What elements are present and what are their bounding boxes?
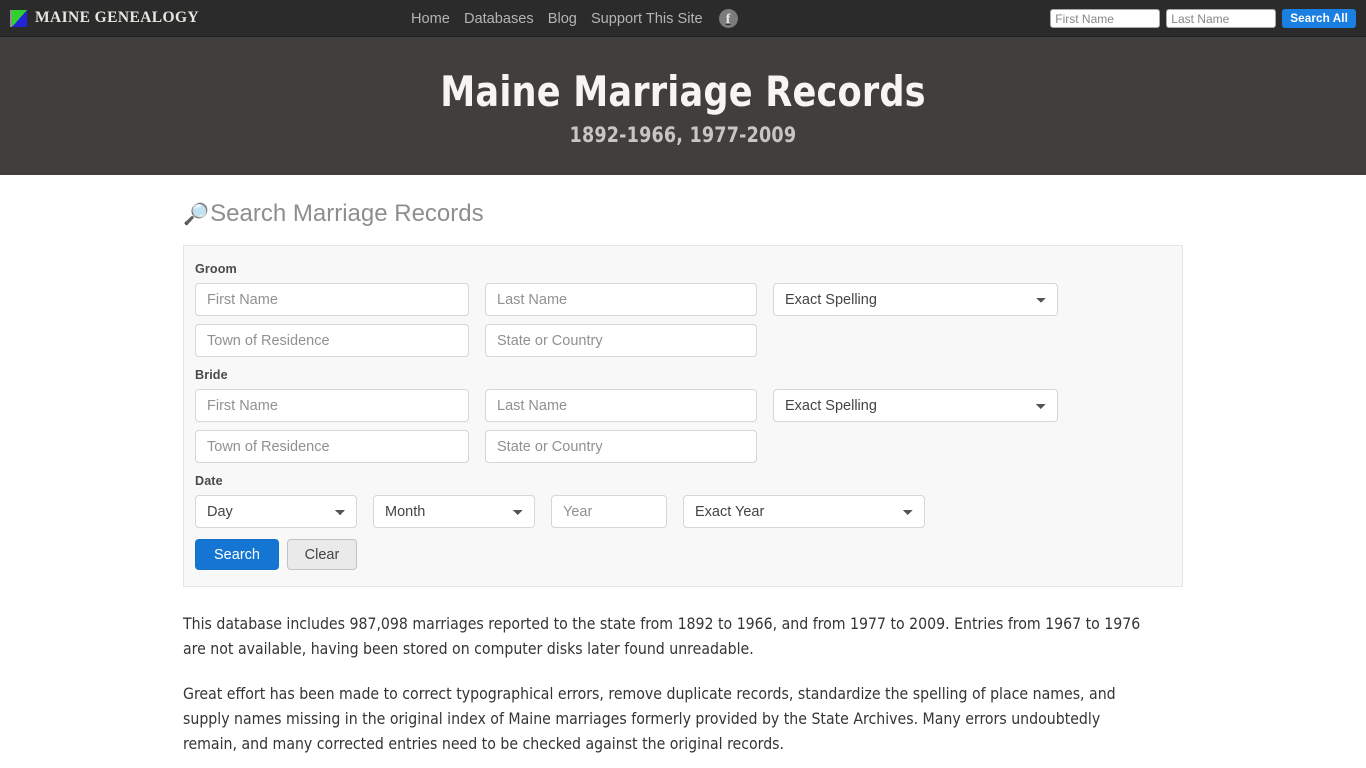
- search-button[interactable]: Search: [195, 539, 279, 571]
- bride-first-name-input[interactable]: [195, 389, 469, 423]
- groom-last-name-input[interactable]: [485, 283, 757, 317]
- page-title: Maine Marriage Records: [440, 66, 926, 116]
- date-year-input[interactable]: [551, 495, 667, 529]
- groom-spelling-select[interactable]: Exact SpellingSimilar SpellingStarts Wit…: [773, 283, 1058, 317]
- groom-name-row: Exact SpellingSimilar SpellingStarts Wit…: [195, 283, 1168, 317]
- primary-nav-links: Home Databases Blog Support This Site f: [411, 0, 738, 37]
- page-subtitle: 1892-1966, 1977-2009: [569, 122, 797, 147]
- site-brand-name: MAINE GENEALOGY: [35, 9, 200, 26]
- bride-group-label: Bride: [195, 368, 228, 383]
- groom-group-label: Groom: [195, 262, 237, 277]
- date-group-label: Date: [195, 474, 223, 489]
- bride-spelling-select[interactable]: Exact SpellingSimilar SpellingStarts Wit…: [773, 389, 1058, 423]
- site-logo-link[interactable]: MAINE GENEALOGY: [0, 9, 199, 27]
- top-navigation-bar: MAINE GENEALOGY Home Databases Blog Supp…: [0, 0, 1366, 37]
- section-heading-label: Search Marriage Records: [210, 200, 484, 227]
- nav-item-home[interactable]: Home: [411, 11, 450, 27]
- section-heading: 🔎 Search Marriage Records: [183, 200, 1183, 227]
- nav-item-databases[interactable]: Databases: [464, 11, 534, 27]
- groom-location-row: [195, 324, 1168, 358]
- page-title-banner: Maine Marriage Records 1892-1966, 1977-2…: [0, 37, 1366, 175]
- header-last-name-input[interactable]: [1166, 9, 1277, 28]
- marriage-search-form-panel: Groom Exact SpellingSimilar SpellingStar…: [183, 245, 1183, 588]
- maine-genealogy-logo-icon: [10, 9, 27, 27]
- date-day-select[interactable]: Day123: [195, 495, 357, 529]
- search-all-button[interactable]: Search All: [1282, 9, 1356, 28]
- facebook-icon[interactable]: f: [718, 9, 738, 28]
- date-row: Day123 MonthJanuaryFebruaryMarch Exact Y…: [195, 495, 1168, 529]
- clear-button[interactable]: Clear: [287, 539, 357, 571]
- nav-item-blog[interactable]: Blog: [548, 11, 577, 27]
- groom-state-input[interactable]: [485, 324, 757, 358]
- date-exactness-select[interactable]: Exact YearWithin 1 YearWithin 2 YearsWit…: [683, 495, 925, 529]
- bride-name-row: Exact SpellingSimilar SpellingStarts Wit…: [195, 389, 1168, 423]
- groom-first-name-input[interactable]: [195, 283, 469, 317]
- main-content: 🔎 Search Marriage Records Groom Exact Sp…: [183, 175, 1183, 756]
- bride-town-input[interactable]: [195, 430, 469, 464]
- magnifying-glass-icon: 🔎: [183, 202, 210, 226]
- database-description-paragraph-2: Great effort has been made to correct ty…: [183, 684, 1116, 754]
- bride-state-input[interactable]: [485, 430, 757, 464]
- date-month-select[interactable]: MonthJanuaryFebruaryMarch: [373, 495, 535, 529]
- form-actions: Search Clear: [195, 539, 1168, 571]
- database-description-paragraph-1: This database includes 987,098 marriages…: [183, 614, 1141, 659]
- header-search-form: Search All: [1050, 0, 1356, 37]
- nav-item-support-this-site[interactable]: Support This Site: [591, 11, 703, 27]
- header-first-name-input[interactable]: [1050, 9, 1161, 28]
- facebook-glyph: f: [725, 11, 731, 27]
- bride-location-row: [195, 430, 1168, 464]
- bride-last-name-input[interactable]: [485, 389, 757, 423]
- groom-town-input[interactable]: [195, 324, 469, 358]
